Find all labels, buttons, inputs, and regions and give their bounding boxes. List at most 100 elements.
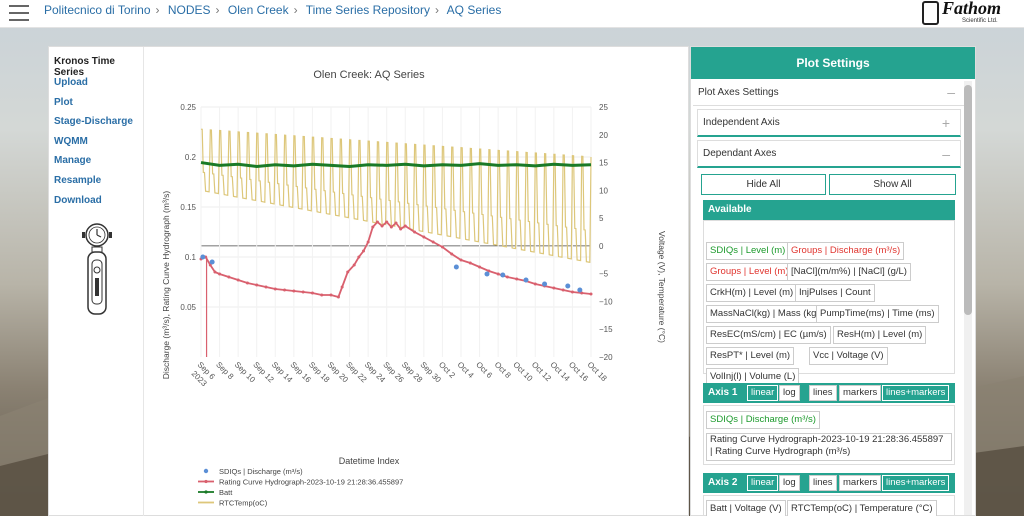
sdiqs-point [209,259,215,265]
rating-curve-point [440,245,444,249]
sidebar-item-upload[interactable]: Upload [54,77,88,88]
available-chip[interactable]: Vcc | Voltage (V) [809,347,888,365]
collapse-icon[interactable]: – [947,79,955,106]
sdiqs-point [453,264,459,270]
rating-curve-point [346,270,350,274]
scrollbar-thumb[interactable] [964,85,972,315]
axis1-label: Axis 1 [708,387,738,398]
available-chip[interactable]: [NaCl](m/m%) | [NaCl] (g/L) [787,263,911,281]
y-right-tick-label: 5 [599,214,604,223]
expand-icon[interactable]: + [942,110,950,136]
axis1-item-sdiqs-discharge[interactable]: SDIQs | Discharge (m³/s) [706,411,820,429]
axis2-item-rtctemp[interactable]: RTCTemp(oC) | Temperature (°C) [787,500,937,516]
rating-curve-point [329,293,333,297]
axis2-linear-button[interactable]: linear [747,475,779,491]
sidebar-item-plot[interactable]: Plot [54,97,73,108]
rating-curve-point [375,220,379,224]
plot-settings-panel: Plot Settings Plot Axes Settings – Indepe… [690,46,976,516]
axis2-header: Axis 2 linear log lines markers lines+ma… [703,473,955,493]
axis2-lines-markers-button[interactable]: lines+markers [882,475,950,491]
sidebar-item-manage[interactable]: Manage [54,155,91,166]
x-tick-label: Oct 4 [456,360,476,380]
sidebar-item-download[interactable]: Download [54,195,102,206]
axis2-markers-button[interactable]: markers [839,475,882,491]
plot-axes-settings-label: Plot Axes Settings [698,87,779,98]
sdiqs-point [523,277,529,283]
available-chip[interactable]: ResPT* | Level (m) [706,347,795,365]
crumb-aq-series[interactable]: AQ Series [447,3,502,17]
rating-curve-point [320,293,324,297]
available-chip[interactable]: ResH(m) | Level (m) [833,326,927,344]
axis1-lines-markers-button[interactable]: lines+markers [882,385,950,401]
y-axis-left-label: Discharge (m³/s), Rating Curve Hydrograp… [161,191,171,380]
x-tick-label: Oct 18 [586,360,609,383]
rating-curve-point [366,240,370,244]
rating-curve-point [413,230,417,234]
axis1-markers-button[interactable]: markers [839,385,882,401]
logo-name: Fathom [942,0,1002,18]
available-chip[interactable]: Groups | Discharge (m³/s) [787,242,905,260]
hide-all-button[interactable]: Hide All [701,174,826,195]
kronos-watch-icon [82,223,112,315]
y-right-tick-label: 20 [599,131,608,140]
chevron-right-icon: › [434,3,439,17]
axis2-log-button[interactable]: log [779,475,800,491]
axis2-lines-button[interactable]: lines [809,475,837,491]
sidebar-item-stage-discharge[interactable]: Stage-Discharge [54,116,133,127]
axis1-log-button[interactable]: log [779,385,800,401]
show-all-button[interactable]: Show All [829,174,956,195]
rtctemp-series [200,128,592,264]
dependant-axes-header[interactable]: Dependant Axes – [697,140,961,168]
fathom-logo-mark [922,1,939,25]
crumb-olen-creek[interactable]: Olen Creek [228,3,289,17]
sdiqs-point [542,281,548,287]
chart-legend[interactable]: SDIQs | Discharge (m³/s) Rating Curve Hyd… [198,467,403,508]
independent-axis-header[interactable]: Independent Axis + [697,109,961,137]
y-left-tick-label: 0.25 [180,103,196,112]
settings-scrollbar[interactable] [964,81,972,515]
available-chip[interactable]: InjPulses | Count [795,284,875,302]
available-chip[interactable]: Groups | Level (m) [706,263,793,281]
crumb-nodes[interactable]: NODES [168,3,211,17]
rating-curve-point [245,281,249,285]
axis1-lines-button[interactable]: lines [809,385,837,401]
rating-curve-point [403,224,407,228]
rating-curve-point [589,292,593,296]
available-chip[interactable]: PumpTime(ms) | Time (ms) [816,305,939,323]
dependant-axes-label: Dependant Axes [703,148,777,159]
main-panel: Kronos Time Series Upload Plot Stage-Dis… [48,46,689,516]
y-right-tick-label: 15 [599,159,608,168]
hamburger-menu-icon[interactable] [9,5,29,21]
axis1-linear-button[interactable]: linear [747,385,779,401]
x-tick-label: Oct 12 [530,360,553,383]
x-axis-label: Datetime Index [339,456,400,466]
sidebar-item-wqmm[interactable]: WQMM [54,136,88,147]
y-right-tick-label: 10 [599,186,608,195]
available-header: Available [703,200,955,220]
available-chip[interactable]: ResEC(mS/cm) | EC (µm/s) [706,326,831,344]
sidebar-item-resample[interactable]: Resample [54,175,101,186]
legend-entry: RTCTemp(oC) [219,499,268,508]
rating-curve-point [273,287,277,291]
available-chip[interactable]: CrkH(m) | Level (m) [706,284,798,302]
rating-curve-point [515,277,519,281]
available-chip[interactable]: SDIQs | Level (m) [706,242,790,260]
rating-curve-point [468,261,472,265]
aq-series-chart[interactable]: Olen Creek: AQ Series 0.05 0.1 0.15 0.2 0.25… [145,47,689,516]
axis2-item-batt-voltage[interactable]: Batt | Voltage (V) [706,500,786,516]
chevron-right-icon: › [155,3,160,17]
available-chip[interactable]: MassNaCl(kg) | Mass (kg) [706,305,824,323]
plot-axes-settings-header[interactable]: Plot Axes Settings – [693,79,965,106]
plot-settings-body: Plot Axes Settings – Independent Axis + De… [691,79,965,516]
y-right-tick-label: −15 [599,325,613,334]
sdiqs-point [500,272,506,278]
crumb-politecnico[interactable]: Politecnico di Torino [44,3,151,17]
rating-curve-point [459,258,463,262]
rating-curve-point [352,263,356,267]
crumb-repository[interactable]: Time Series Repository [306,3,430,17]
independent-axis-label: Independent Axis [703,117,780,128]
axis1-item-rating-curve[interactable]: Rating Curve Hydrograph-2023-10-19 21:28… [706,433,952,461]
plot-area[interactable]: Olen Creek: AQ Series 0.05 0.1 0.15 0.2 0.25… [145,47,689,516]
axis1-header: Axis 1 linear log lines markers lines+ma… [703,383,955,403]
collapse-icon[interactable]: – [942,141,950,167]
